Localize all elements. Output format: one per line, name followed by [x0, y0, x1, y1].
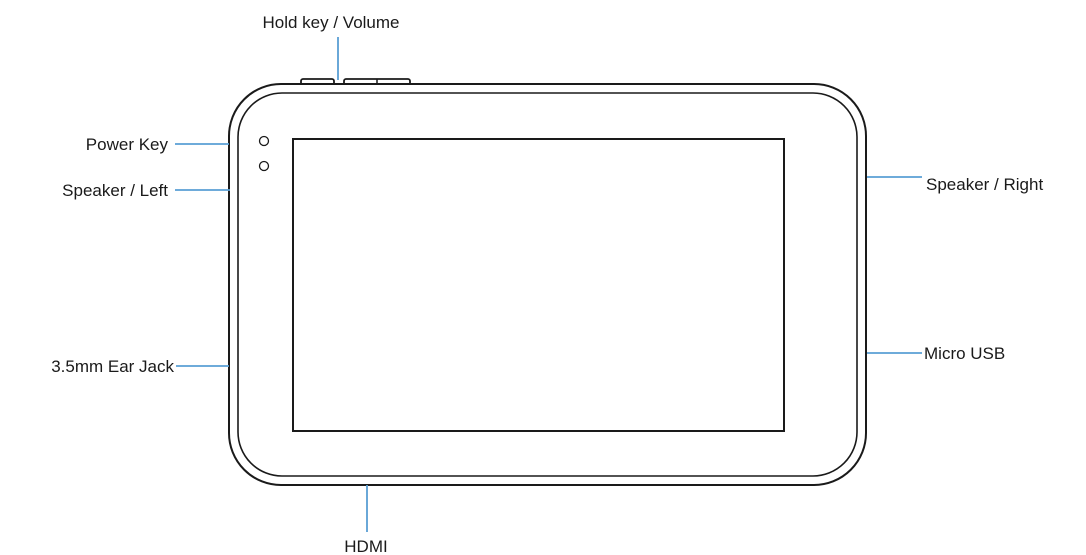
device-outer-shell — [228, 83, 867, 486]
label-hdmi: HDMI — [344, 537, 387, 555]
label-ear-jack: 3.5mm Ear Jack — [51, 357, 174, 376]
label-power-key: Power Key — [86, 135, 169, 154]
label-speaker-right: Speaker / Right — [926, 175, 1043, 194]
device-diagram: Hold key / Volume Power Key Speaker / Le… — [51, 13, 1043, 555]
label-speaker-left: Speaker / Left — [62, 181, 168, 200]
label-hold-key-volume: Hold key / Volume — [262, 13, 399, 32]
label-micro-usb: Micro USB — [924, 344, 1005, 363]
